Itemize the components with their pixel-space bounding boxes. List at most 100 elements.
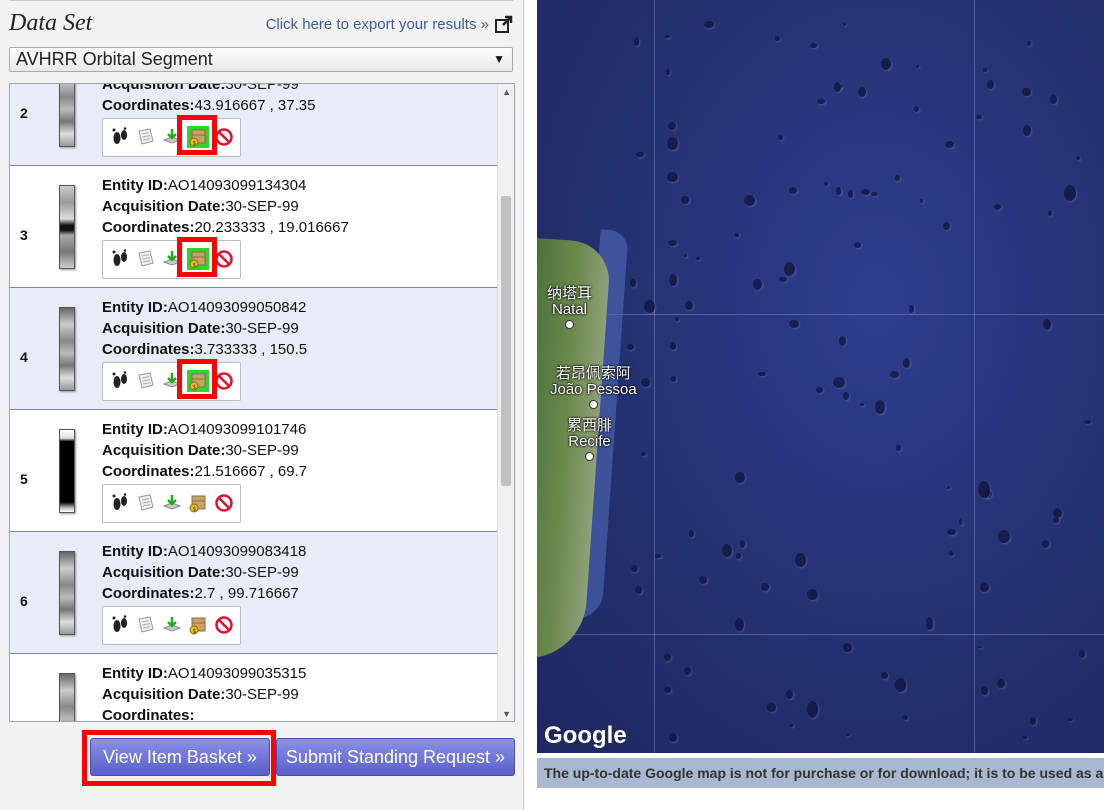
city-marker <box>585 452 594 461</box>
export-link-label: Click here to export your results » <box>265 15 489 33</box>
seamount <box>752 278 763 291</box>
scroll-down-arrow-icon[interactable]: ▼ <box>502 709 511 719</box>
coordinates-value: 43.916667 , 37.35 <box>194 97 316 114</box>
seamount <box>916 65 920 69</box>
download-icon[interactable] <box>161 614 183 636</box>
seamount <box>816 98 826 105</box>
seamount <box>664 686 671 693</box>
metadata-icon[interactable] <box>135 126 157 148</box>
download-icon[interactable] <box>161 492 183 514</box>
seamount <box>857 87 867 98</box>
result-thumbnail[interactable] <box>59 673 75 721</box>
results-list[interactable]: 2 Acquisition Date:30-SEP-99 Coordinates:4… <box>9 83 515 722</box>
acquisition-date-label: Acquisition Date: <box>102 564 226 581</box>
result-row[interactable]: 4 Entity ID:AO14093099050842 Acquisition D… <box>10 288 498 410</box>
acquisition-date-line: Acquisition Date:30-SEP-99 <box>102 318 307 339</box>
seamount <box>1022 736 1028 739</box>
map-view[interactable]: 纳塔耳 Natal 若昂佩索阿 João Pessoa 累西腓 Recife <box>537 0 1104 753</box>
seamount <box>643 300 656 314</box>
seamount <box>986 80 994 90</box>
scroll-up-arrow-icon[interactable]: ▲ <box>502 87 511 97</box>
acquisition-date-label: Acquisition Date: <box>102 442 226 459</box>
map-disclaimer: The up-to-date Google map is not for pur… <box>537 758 1104 788</box>
seamount <box>981 685 988 696</box>
seamount <box>919 198 923 204</box>
result-thumbnail[interactable] <box>59 185 75 269</box>
seamount <box>735 472 745 483</box>
dataset-select[interactable]: AVHRR Orbital Segment ▼ <box>9 47 513 72</box>
acquisition-date-line: Acquisition Date:30-SEP-99 <box>102 84 315 95</box>
result-row[interactable]: 5 Entity ID:AO14093099101746 Acquisition D… <box>10 410 498 532</box>
seamount <box>666 137 678 151</box>
seamount <box>668 239 678 246</box>
seamount <box>685 300 694 311</box>
coordinates-line: Coordinates: <box>102 705 306 721</box>
result-info: Entity ID:AO14093099101746 Acquisition Da… <box>102 419 307 482</box>
seamount <box>1023 124 1032 137</box>
entity-id-label: Entity ID: <box>102 665 168 682</box>
result-row[interactable]: Entity ID:AO14093099035315 Acquisition Da… <box>10 654 498 721</box>
metadata-icon[interactable] <box>135 614 157 636</box>
seamount <box>880 57 892 71</box>
seamount <box>630 564 639 572</box>
exclude-icon[interactable] <box>213 492 235 514</box>
metadata-icon[interactable] <box>135 370 157 392</box>
entity-id-label: Entity ID: <box>102 421 168 438</box>
footprint-icon[interactable] <box>109 370 131 392</box>
results-scrollbar[interactable]: ▲ ▼ <box>497 84 514 721</box>
result-thumbnail[interactable] <box>59 307 75 391</box>
add-to-basket-icon[interactable]: $ <box>187 614 209 636</box>
seamount <box>635 151 645 157</box>
seamount <box>976 114 982 120</box>
seamount <box>683 667 692 676</box>
metadata-icon[interactable] <box>135 492 157 514</box>
seamount <box>810 42 817 49</box>
add-to-basket-icon[interactable]: $ <box>187 492 209 514</box>
basket-highlight-box <box>177 359 217 399</box>
result-row[interactable]: 6 Entity ID:AO14093099083418 Acquisition D… <box>10 532 498 654</box>
city-name-en: João Pessoa <box>550 381 637 398</box>
seamount <box>903 357 911 369</box>
seamount <box>665 69 670 75</box>
result-toolbar: $ <box>102 606 241 645</box>
result-row[interactable]: 2 Acquisition Date:30-SEP-99 Coordinates:4… <box>10 84 498 166</box>
coordinates-label: Coordinates: <box>102 463 195 480</box>
entity-id-value: AO14093099035315 <box>167 665 307 682</box>
result-thumbnail[interactable] <box>59 429 75 513</box>
seamount <box>815 387 824 394</box>
footprint-icon[interactable] <box>109 126 131 148</box>
seamount <box>947 529 956 536</box>
footprint-icon[interactable] <box>109 614 131 636</box>
exclude-icon[interactable] <box>213 614 235 636</box>
city-name-zh: 若昂佩索阿 <box>555 365 631 382</box>
seamount <box>1078 649 1086 659</box>
seamount <box>994 203 1002 211</box>
result-row[interactable]: 3 Entity ID:AO14093099134304 Acquisition D… <box>10 166 498 288</box>
seamount <box>668 273 677 286</box>
acquisition-date-value: 30-SEP-99 <box>225 442 299 459</box>
result-thumbnail[interactable] <box>59 84 75 147</box>
entity-id-label: Entity ID: <box>102 177 168 194</box>
result-number: 4 <box>20 349 28 365</box>
footprint-icon[interactable] <box>109 492 131 514</box>
map-gridline <box>974 0 975 753</box>
seamount <box>640 452 646 457</box>
svg-text:$: $ <box>193 506 197 513</box>
coordinates-line: Coordinates:3.733333 , 150.5 <box>102 339 307 360</box>
result-thumbnail[interactable] <box>59 551 75 635</box>
submit-standing-request-button[interactable]: Submit Standing Request » <box>276 738 515 776</box>
result-toolbar: $ <box>102 484 241 523</box>
acquisition-date-value: 30-SEP-99 <box>225 686 299 703</box>
seamount <box>785 689 793 700</box>
seamount <box>874 399 886 414</box>
seamount <box>760 582 769 591</box>
seamount <box>978 481 990 498</box>
city-name-zh: 累西腓 <box>567 417 613 434</box>
seamount <box>836 187 841 195</box>
seamount <box>843 643 852 653</box>
export-results-link[interactable]: Click here to export your results » <box>266 15 513 33</box>
metadata-icon[interactable] <box>135 248 157 270</box>
seamount <box>736 552 742 559</box>
footprint-icon[interactable] <box>109 248 131 270</box>
scrollbar-thumb[interactable] <box>501 196 511 486</box>
